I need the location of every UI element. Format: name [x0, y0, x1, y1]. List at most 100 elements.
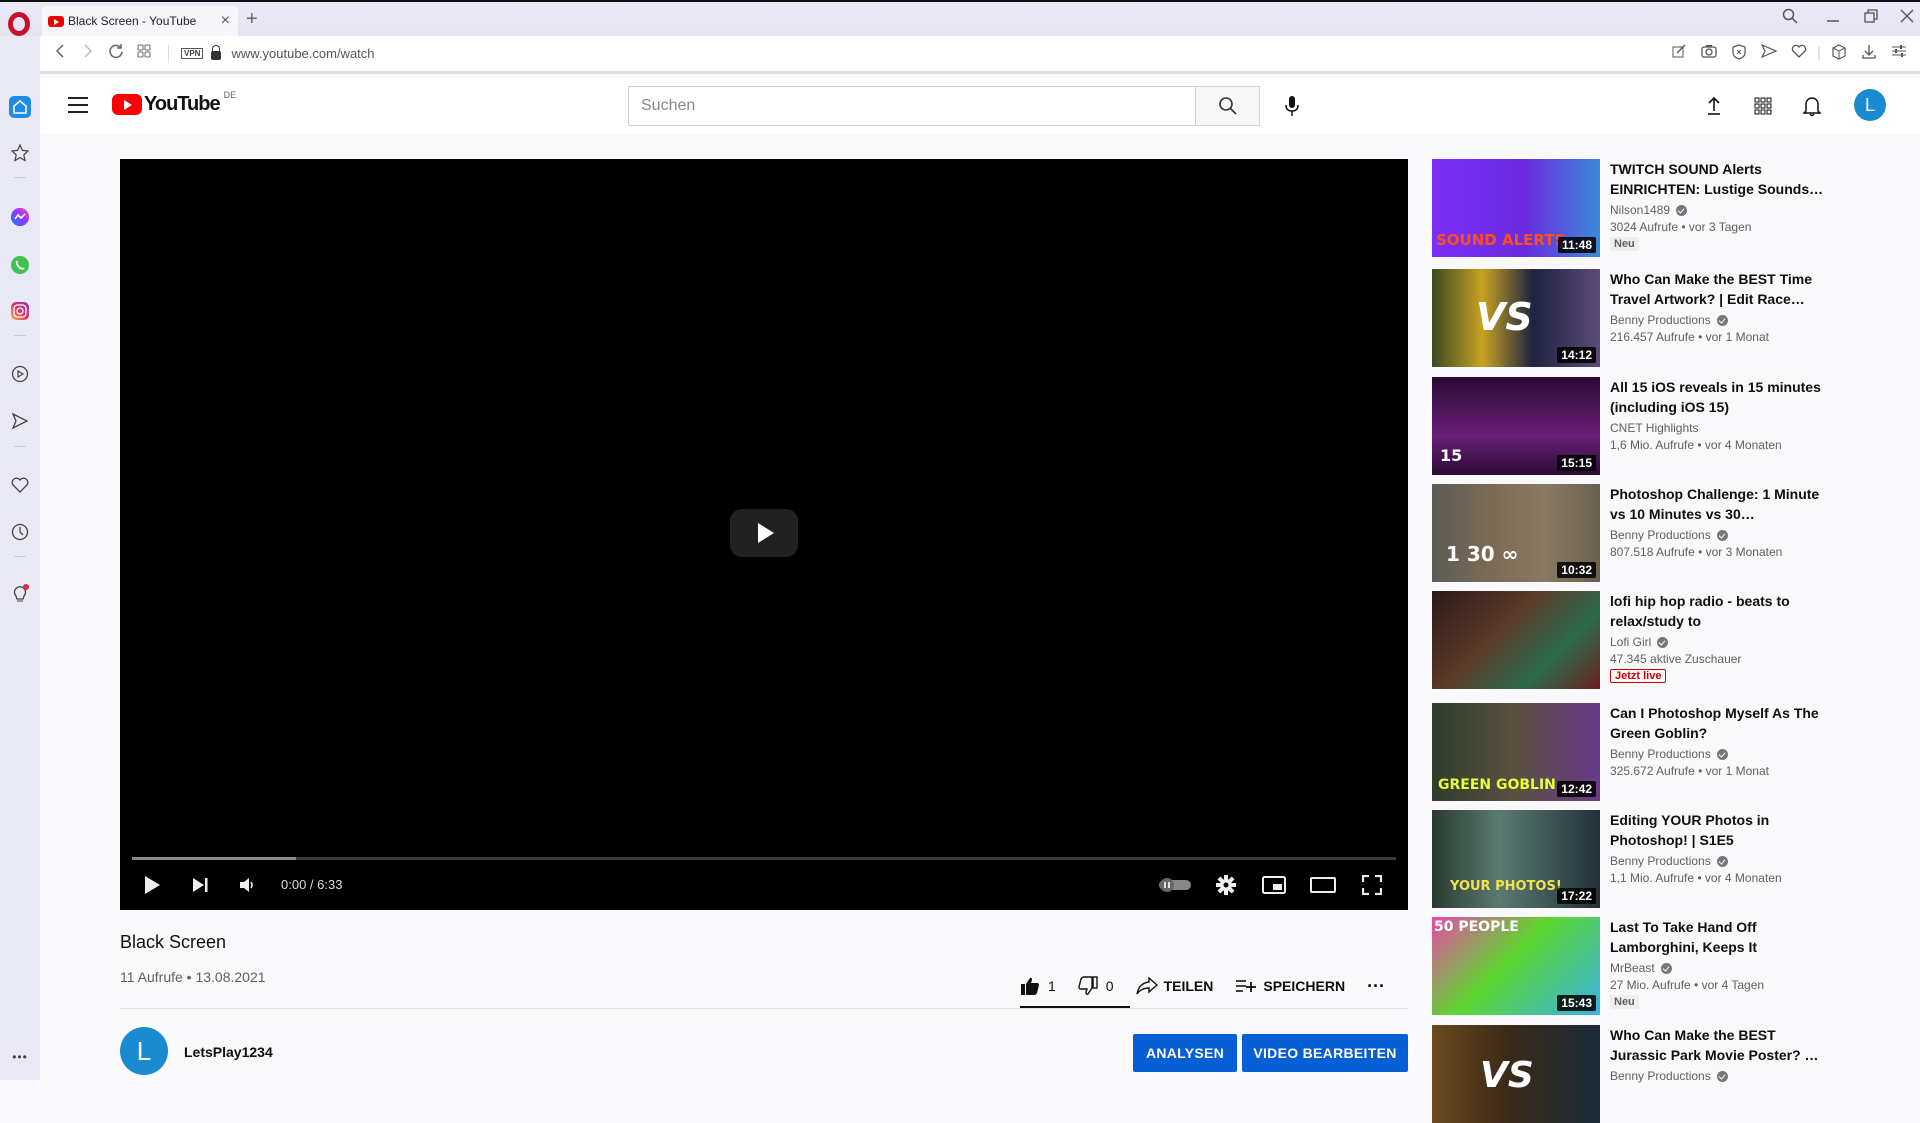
video-player[interactable]: 0:00 / 6:33	[120, 159, 1408, 910]
extensions-cube-icon[interactable]	[1824, 44, 1854, 63]
recommendation-title[interactable]: Can I Photoshop Myself As The Green Gobl…	[1610, 703, 1832, 743]
close-window-icon[interactable]	[1900, 8, 1914, 29]
camera-icon[interactable]	[1694, 44, 1724, 63]
recommendation-channel[interactable]: MrBeast	[1610, 961, 1832, 975]
tips-bulb-icon[interactable]	[9, 583, 31, 605]
more-actions-button[interactable]: ···	[1367, 976, 1385, 997]
video-thumbnail[interactable]: 1 30 ∞ 10:32	[1432, 484, 1600, 582]
voice-search-button[interactable]	[1276, 90, 1308, 122]
theater-mode-button[interactable]	[1306, 869, 1340, 901]
tab-close-icon[interactable]: ×	[221, 12, 230, 30]
notifications-button[interactable]	[1799, 93, 1825, 119]
forward-icon[interactable]	[74, 44, 102, 63]
recommendation-item[interactable]: VS Who Can Make the BEST Jurassic Park M…	[1432, 1025, 1832, 1123]
adblock-icon[interactable]	[1724, 44, 1754, 63]
settings-button[interactable]	[1210, 869, 1242, 901]
bookmarks-star-icon[interactable]	[9, 142, 31, 164]
recommendation-item[interactable]: 1 30 ∞ 10:32 Photoshop Challenge: 1 Minut…	[1432, 484, 1832, 582]
recommendation-item[interactable]: lofi hip hop radio - beats to relax/stud…	[1432, 591, 1832, 689]
recommendation-channel[interactable]: Benny Productions	[1610, 747, 1832, 761]
recommendation-title[interactable]: Photoshop Challenge: 1 Minute vs 10 Minu…	[1610, 484, 1832, 524]
next-button[interactable]	[186, 869, 214, 901]
recommendation-channel[interactable]: Lofi Girl	[1610, 635, 1832, 649]
mute-button[interactable]	[234, 869, 262, 901]
autoplay-toggle[interactable]	[1156, 869, 1194, 901]
search-tabs-icon[interactable]	[1782, 8, 1798, 29]
new-tab-button[interactable]: +	[246, 8, 258, 31]
recommendation-item[interactable]: VS 14:12 Who Can Make the BEST Time Trave…	[1432, 269, 1832, 367]
snapshot-pin-icon[interactable]	[1664, 44, 1694, 63]
account-avatar[interactable]: L	[1854, 89, 1886, 121]
recommendation-title[interactable]: Who Can Make the BEST Time Travel Artwor…	[1610, 269, 1832, 309]
save-button[interactable]: SPEICHERN	[1235, 978, 1345, 994]
minimize-icon[interactable]	[1826, 8, 1840, 29]
back-icon[interactable]	[46, 44, 74, 63]
like-button[interactable]: 1	[1020, 976, 1056, 996]
channel-name[interactable]: LetsPlay1234	[184, 1044, 273, 1060]
recommendation-channel[interactable]: Benny Productions	[1610, 313, 1832, 327]
progress-bar[interactable]	[132, 857, 1396, 860]
messenger-icon[interactable]	[9, 206, 31, 228]
heart-icon[interactable]	[1784, 44, 1814, 63]
miniplayer-button[interactable]	[1258, 869, 1290, 901]
video-thumbnail[interactable]: VS	[1432, 1025, 1600, 1123]
dislike-button[interactable]: 0	[1078, 976, 1114, 996]
reload-icon[interactable]	[102, 43, 130, 64]
easy-setup-icon[interactable]	[1884, 44, 1914, 63]
video-thumbnail[interactable]: 50 PEOPLE 15:43	[1432, 917, 1600, 1015]
recommendation-title[interactable]: Who Can Make the BEST Jurassic Park Movi…	[1610, 1025, 1832, 1065]
lock-icon[interactable]	[211, 45, 222, 60]
recommendation-channel[interactable]: Benny Productions	[1610, 528, 1832, 542]
download-icon[interactable]	[1854, 44, 1884, 63]
vpn-badge[interactable]: VPN	[181, 48, 204, 59]
recommendation-item[interactable]: GREEN GOBLIN 12:42 Can I Photoshop Myself…	[1432, 703, 1832, 801]
upload-button[interactable]	[1701, 93, 1727, 119]
video-thumbnail[interactable]: YOUR PHOTOS! 17:22	[1432, 810, 1600, 908]
recommendation-item[interactable]: SOUND ALERTS 11:48 TWITCH SOUND Alerts EI…	[1432, 159, 1832, 257]
instagram-icon[interactable]	[9, 300, 31, 322]
fullscreen-button[interactable]	[1356, 869, 1388, 901]
tab-youtube[interactable]: Black Screen - YouTube ×	[42, 6, 238, 36]
pinboard-heart-icon[interactable]	[9, 474, 31, 496]
video-thumbnail[interactable]	[1432, 591, 1600, 689]
home-icon[interactable]	[9, 96, 31, 118]
apps-button[interactable]	[1750, 93, 1776, 119]
edit-video-button[interactable]: VIDEO BEARBEITEN	[1242, 1034, 1408, 1072]
recommendation-channel[interactable]: Benny Productions	[1610, 1069, 1832, 1083]
play-button[interactable]	[138, 869, 166, 901]
video-thumbnail[interactable]: GREEN GOBLIN 12:42	[1432, 703, 1600, 801]
recommendation-item[interactable]: 50 PEOPLE 15:43 Last To Take Hand Off Lam…	[1432, 917, 1832, 1015]
opera-logo-icon[interactable]	[8, 12, 30, 36]
video-thumbnail[interactable]: VS 14:12	[1432, 269, 1600, 367]
duration-badge: 15:43	[1557, 995, 1596, 1011]
channel-avatar[interactable]: L	[120, 1027, 168, 1075]
history-icon[interactable]	[9, 521, 31, 543]
url-field[interactable]: www.youtube.com/watch	[231, 46, 374, 61]
large-play-button[interactable]	[730, 509, 798, 557]
recommendation-channel[interactable]: Nilson1489	[1610, 203, 1832, 217]
recommendation-item[interactable]: 15 15:15 All 15 iOS reveals in 15 minutes…	[1432, 377, 1832, 475]
player-icon[interactable]	[9, 363, 31, 385]
recommendation-item[interactable]: YOUR PHOTOS! 17:22 Editing YOUR Photos in…	[1432, 810, 1832, 908]
menu-hamburger-icon[interactable]	[68, 97, 88, 113]
search-input[interactable]	[628, 86, 1196, 126]
recommendation-title[interactable]: lofi hip hop radio - beats to relax/stud…	[1610, 591, 1832, 631]
sidebar-more-icon[interactable]: •••	[9, 1046, 31, 1068]
whatsapp-icon[interactable]	[9, 254, 31, 276]
recommendation-title[interactable]: All 15 iOS reveals in 15 minutes (includ…	[1610, 377, 1832, 417]
restore-icon[interactable]	[1864, 8, 1878, 29]
send-icon[interactable]	[1754, 43, 1784, 63]
tabs-grid-icon[interactable]	[130, 44, 158, 63]
recommendation-title[interactable]: TWITCH SOUND Alerts EINRICHTEN: Lustige …	[1610, 159, 1832, 199]
recommendation-title[interactable]: Editing YOUR Photos in Photoshop! | S1E5	[1610, 810, 1832, 850]
my-flow-icon[interactable]	[9, 410, 31, 432]
recommendation-channel[interactable]: CNET Highlights	[1610, 421, 1832, 435]
search-button[interactable]	[1196, 86, 1260, 126]
video-thumbnail[interactable]: SOUND ALERTS 11:48	[1432, 159, 1600, 257]
youtube-logo[interactable]: YouTube DE	[112, 90, 236, 116]
share-button[interactable]: TEILEN	[1135, 977, 1213, 995]
video-thumbnail[interactable]: 15 15:15	[1432, 377, 1600, 475]
analytics-button[interactable]: ANALYSEN	[1133, 1034, 1237, 1072]
recommendation-title[interactable]: Last To Take Hand Off Lamborghini, Keeps…	[1610, 917, 1832, 957]
recommendation-channel[interactable]: Benny Productions	[1610, 854, 1832, 868]
